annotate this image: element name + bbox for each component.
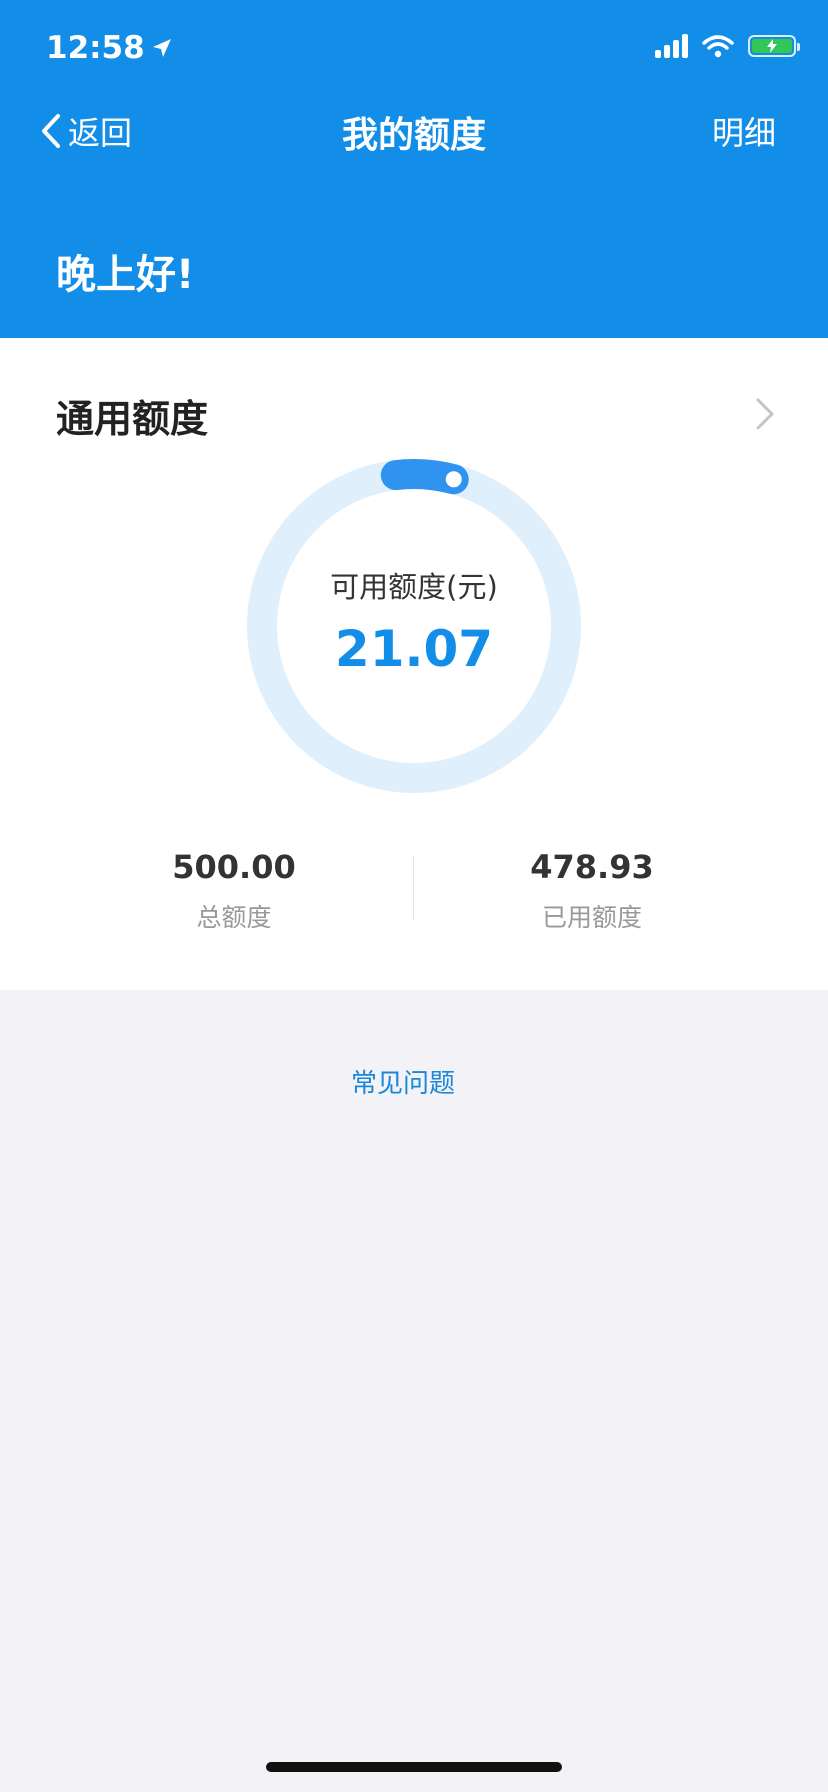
used-label: 已用额度 [541, 903, 642, 932]
location-arrow-icon [152, 39, 171, 57]
status-icons [655, 34, 800, 58]
faq-link[interactable]: 常见问题 [0, 1063, 806, 1100]
ring-center: 可用额度(元) 21.07 [238, 450, 590, 802]
home-indicator [266, 1762, 562, 1772]
total-stat: 500.00 总额度 [84, 848, 384, 934]
status-time: 12:58 [46, 30, 173, 66]
total-label: 总额度 [196, 903, 272, 932]
signal-icon [655, 34, 688, 58]
used-stat: 478.93 已用额度 [442, 848, 742, 934]
available-label: 可用额度(元) [330, 570, 498, 604]
total-value: 500.00 [172, 848, 296, 886]
used-value: 478.93 [530, 848, 654, 886]
status-time-text: 12:58 [46, 30, 145, 66]
credit-title: 通用额度 [56, 397, 209, 441]
stat-divider [413, 856, 414, 920]
available-value: 21.07 [334, 620, 494, 678]
battery-icon [748, 35, 800, 57]
wifi-icon [702, 35, 734, 58]
greeting-text: 晚上好! [56, 252, 195, 298]
header: 12:58 返回 我的额度 明细 晚上好! [0, 0, 828, 338]
charging-bolt-icon [767, 39, 777, 53]
page-title: 我的额度 [341, 115, 486, 156]
credit-card: 通用额度 可用额度(元) 21.07 500.00 总额度 478.93 已用额… [0, 338, 828, 990]
chevron-right-icon[interactable] [754, 396, 776, 436]
detail-button[interactable]: 明细 [712, 108, 776, 154]
